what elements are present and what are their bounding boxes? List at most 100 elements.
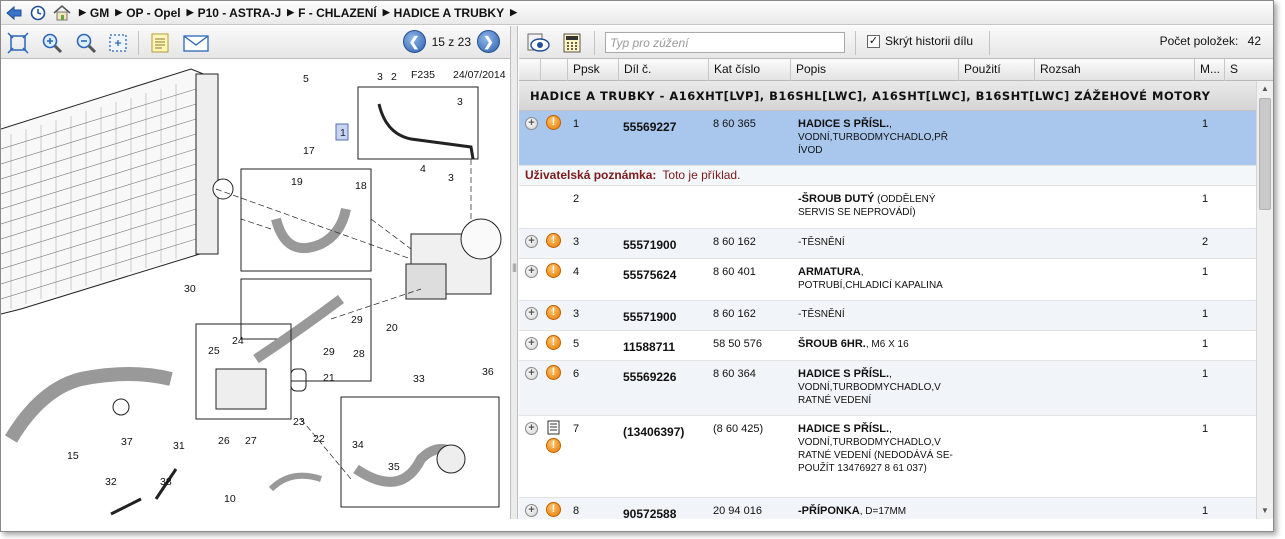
callout-label[interactable]: 27 bbox=[245, 435, 257, 447]
warning-icon[interactable]: ! bbox=[546, 365, 561, 380]
callout-label[interactable]: 3 bbox=[377, 71, 383, 83]
scroll-up-icon[interactable]: ▲ bbox=[1257, 81, 1273, 97]
expand-icon[interactable]: + bbox=[525, 367, 538, 380]
expand-icon[interactable]: + bbox=[525, 235, 538, 248]
home-icon[interactable] bbox=[51, 2, 73, 24]
chevron-right-icon: ▶ bbox=[382, 7, 390, 17]
table-row[interactable]: 2 -ŠROUB DUTÝ (ODDĚLENÝ SERVIS SE NEPROV… bbox=[519, 186, 1256, 229]
expand-icon[interactable]: + bbox=[525, 422, 538, 435]
column-header-part[interactable]: Díl č. bbox=[619, 59, 709, 81]
row-catalog-number: 58 50 576 bbox=[713, 338, 762, 350]
previous-page-button[interactable]: ❮ bbox=[402, 30, 426, 53]
filter-input[interactable] bbox=[605, 32, 845, 53]
warning-icon[interactable]: ! bbox=[546, 115, 561, 130]
table-row[interactable]: + ! 5 11588711 58 50 576 ŠROUB 6HR., M6 … bbox=[519, 331, 1256, 361]
callout-label[interactable]: 10 bbox=[224, 493, 236, 505]
callout-label[interactable]: 2 bbox=[391, 71, 397, 83]
callout-label[interactable]: 1 bbox=[340, 127, 346, 139]
eye-icon[interactable] bbox=[525, 30, 551, 56]
row-position: 4 bbox=[573, 266, 580, 278]
row-quantity: 1 bbox=[1202, 368, 1209, 380]
warning-icon[interactable]: ! bbox=[546, 438, 561, 453]
table-row[interactable]: + ! 7 (13406397) (8 60 425) HADICE S PŘÍ… bbox=[519, 416, 1256, 498]
scroll-down-icon[interactable]: ▼ bbox=[1257, 503, 1273, 519]
fit-to-window-icon[interactable] bbox=[5, 30, 31, 56]
document-icon[interactable] bbox=[546, 420, 561, 438]
breadcrumb: ▶ GM ▶ OP - Opel ▶ P10 - ASTRA-J ▶ F - CHLAZ… bbox=[1, 1, 1273, 25]
warning-icon[interactable]: ! bbox=[546, 502, 561, 517]
breadcrumb-item-brand[interactable]: ▶ OP - Opel bbox=[115, 6, 180, 20]
column-header-ppsk[interactable]: Ppsk bbox=[568, 59, 619, 81]
column-header-qty[interactable]: M... bbox=[1195, 59, 1225, 81]
expand-icon[interactable]: + bbox=[525, 117, 538, 130]
clock-icon[interactable] bbox=[27, 2, 49, 24]
warning-icon[interactable]: ! bbox=[546, 233, 561, 248]
exploded-view-diagram[interactable]: F235 24/07/2014 1 2 3 3 3 4 5 15 17 18 1… bbox=[1, 59, 510, 519]
calculator-icon[interactable] bbox=[559, 30, 585, 56]
callout-label[interactable]: 19 bbox=[291, 176, 303, 188]
callout-label[interactable]: 23 bbox=[293, 416, 305, 428]
callout-label[interactable]: 28 bbox=[353, 348, 365, 360]
callout-label[interactable]: 24 bbox=[232, 335, 244, 347]
expand-icon[interactable]: + bbox=[525, 307, 538, 320]
zoom-in-icon[interactable] bbox=[39, 30, 65, 56]
hide-history-toggle[interactable]: ✓ Skrýt historii dílu bbox=[867, 34, 973, 48]
hide-history-checkbox[interactable]: ✓ bbox=[867, 34, 880, 48]
expand-icon[interactable]: + bbox=[525, 337, 538, 350]
table-row[interactable]: + ! 4 55575624 8 60 401 ARMATURA, POTRUB… bbox=[519, 259, 1256, 301]
table-row[interactable]: + ! 3 55571900 8 60 162 -TĚSNĚNÍ 1 bbox=[519, 301, 1256, 331]
table-row[interactable]: + ! 8 90572588 20 94 016 -PŘÍPONKA, D=17… bbox=[519, 498, 1256, 519]
expand-icon[interactable]: + bbox=[525, 504, 538, 517]
hide-history-label: Skrýt historii dílu bbox=[885, 34, 974, 48]
column-header-s[interactable]: S bbox=[1225, 59, 1256, 81]
column-header-range[interactable]: Rozsah bbox=[1035, 59, 1195, 81]
callout-label[interactable]: 3 bbox=[457, 96, 463, 108]
callout-label[interactable]: 3 bbox=[448, 172, 454, 184]
column-header-desc[interactable]: Popis bbox=[791, 59, 959, 81]
callout-label[interactable]: 34 bbox=[352, 439, 364, 451]
warning-icon[interactable]: ! bbox=[546, 305, 561, 320]
mail-icon[interactable] bbox=[183, 30, 209, 56]
callout-label[interactable]: 20 bbox=[386, 322, 398, 334]
callout-label[interactable]: 4 bbox=[420, 163, 426, 175]
panel-splitter[interactable]: ||| bbox=[510, 26, 518, 519]
warning-icon[interactable]: ! bbox=[546, 263, 561, 278]
callout-label[interactable]: 38 bbox=[160, 476, 172, 488]
callout-label[interactable]: 33 bbox=[413, 373, 425, 385]
breadcrumb-item-group[interactable]: ▶ F - CHLAZENÍ bbox=[287, 6, 377, 20]
callout-label[interactable]: 18 bbox=[355, 180, 367, 192]
callout-label[interactable]: 32 bbox=[105, 476, 117, 488]
expand-icon[interactable]: + bbox=[525, 265, 538, 278]
back-arrow-icon[interactable] bbox=[3, 2, 25, 24]
callout-label[interactable]: 29 bbox=[351, 314, 363, 326]
table-row[interactable]: + ! 1 55569227 8 60 365 HADICE S PŘÍSL.,… bbox=[519, 111, 1256, 166]
breadcrumb-item-section[interactable]: ▶ HADICE A TRUBKY bbox=[383, 6, 504, 20]
table-row[interactable]: + ! 3 55571900 8 60 162 -TĚSNĚNÍ 2 bbox=[519, 229, 1256, 259]
callout-label[interactable]: 17 bbox=[303, 145, 315, 157]
scrollbar-thumb[interactable] bbox=[1259, 98, 1271, 210]
callout-label[interactable]: 35 bbox=[388, 461, 400, 473]
callout-label[interactable]: 22 bbox=[313, 433, 325, 445]
callout-label[interactable]: 29 bbox=[323, 346, 335, 358]
callout-label[interactable]: 30 bbox=[184, 283, 196, 295]
row-description: HADICE S PŘÍSL., VODNÍ,TURBODMYCHADLO,V … bbox=[798, 423, 953, 475]
notes-icon[interactable] bbox=[147, 30, 173, 56]
warning-icon[interactable]: ! bbox=[546, 335, 561, 350]
vertical-scrollbar[interactable]: ▲ ▼ bbox=[1256, 81, 1273, 519]
breadcrumb-item-make[interactable]: ▶ GM bbox=[79, 6, 109, 20]
callout-label[interactable]: 26 bbox=[218, 435, 230, 447]
zoom-out-icon[interactable] bbox=[73, 30, 99, 56]
callout-label[interactable]: 31 bbox=[173, 440, 185, 452]
breadcrumb-item-model[interactable]: ▶ P10 - ASTRA-J bbox=[187, 6, 282, 20]
table-row[interactable]: + ! 6 55569226 8 60 364 HADICE S PŘÍSL.,… bbox=[519, 361, 1256, 416]
callout-label[interactable]: 21 bbox=[323, 372, 335, 384]
callout-label[interactable]: 5 bbox=[303, 73, 309, 85]
next-page-button[interactable]: ❯ bbox=[477, 30, 500, 53]
column-header-usage[interactable]: Použití bbox=[959, 59, 1035, 81]
column-header-kat[interactable]: Kat číslo bbox=[709, 59, 791, 81]
select-area-icon[interactable] bbox=[105, 30, 131, 56]
callout-label[interactable]: 37 bbox=[121, 436, 133, 448]
callout-label[interactable]: 36 bbox=[482, 366, 494, 378]
callout-label[interactable]: 15 bbox=[67, 450, 79, 462]
callout-label[interactable]: 25 bbox=[208, 345, 220, 357]
